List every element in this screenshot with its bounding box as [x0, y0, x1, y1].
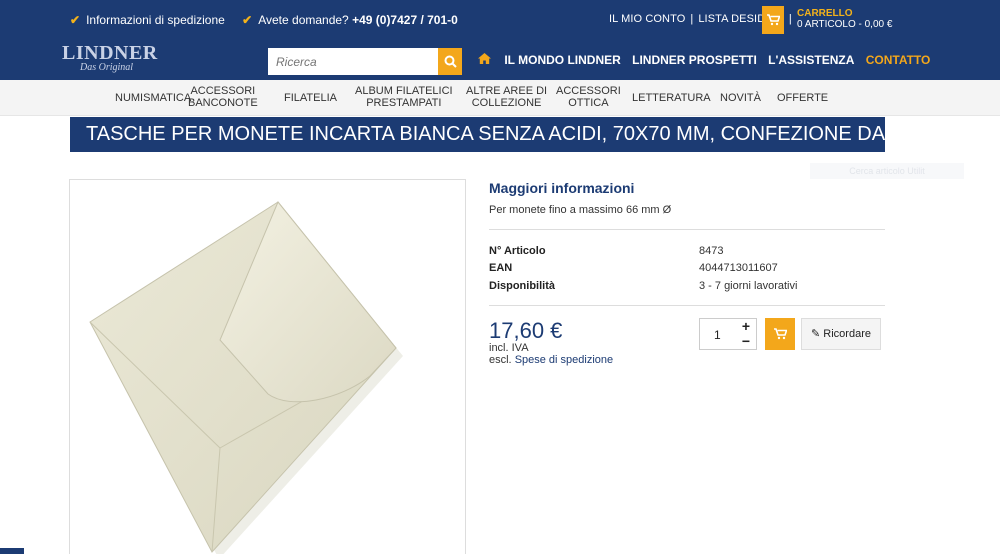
divider [489, 305, 885, 306]
check-icon: ✔ [70, 13, 81, 27]
questions-info: ✔ Avete domande? +49 (0)7427 / 701-0 [242, 13, 458, 27]
category-novita[interactable]: NOVITÀ [720, 92, 761, 104]
category-offerte[interactable]: OFFERTE [777, 92, 828, 104]
spec-value-article: 8473 [699, 245, 724, 257]
top-bar: ✔ Informazioni di spedizione ✔ Avete doman… [0, 0, 1000, 42]
phone-number[interactable]: +49 (0)7427 / 701-0 [352, 13, 458, 27]
shipping-costs-link[interactable]: Spese di spedizione [515, 354, 613, 366]
cart-icon [773, 328, 788, 340]
vat-note: incl. IVA [489, 342, 529, 354]
category-accessori-banconote[interactable]: ACCESSORI BANCONOTE [188, 85, 258, 109]
top-info: ✔ Informazioni di spedizione ✔ Avete doman… [70, 13, 472, 27]
edit-icon: ✎ [811, 328, 821, 340]
nav-prospects[interactable]: LINDNER PROSPETTI [632, 53, 757, 67]
product-title: TASCHE PER MONETE INCARTA BIANCA SENZA A… [70, 117, 885, 152]
cart-summary[interactable]: CARRELLO 0 ARTICOLO - 0,00 € [797, 8, 892, 30]
spec-value-availability: 3 - 7 giorni lavorativi [699, 280, 798, 292]
spec-label-article: N° Articolo [489, 245, 546, 257]
nav-world-lindner[interactable]: IL MONDO LINDNER [504, 53, 620, 67]
remember-button[interactable]: ✎ Ricordare [801, 318, 881, 350]
main-nav: IL MONDO LINDNER LINDNER PROSPETTI L'ASS… [478, 53, 938, 67]
spec-label-availability: Disponibilità [489, 280, 555, 292]
category-letteratura[interactable]: LETTERATURA [632, 92, 711, 104]
check-icon: ✔ [242, 13, 253, 27]
add-to-cart-button[interactable] [765, 318, 795, 350]
plus-icon[interactable]: + [738, 319, 754, 333]
scroll-to-top-marker[interactable] [0, 548, 24, 554]
quantity-value[interactable]: 1 [714, 328, 721, 342]
product-price: 17,60 € [489, 318, 563, 343]
search-icon [444, 55, 457, 68]
search-button[interactable] [438, 48, 462, 75]
product-image[interactable] [69, 179, 466, 554]
category-nav: NUMISMATICA ACCESSORI BANCONOTE FILATELIA… [0, 80, 1000, 116]
shipping-note: escl. Spese di spedizione [489, 354, 614, 366]
search-input[interactable] [268, 48, 438, 75]
cart-total: 0 ARTICOLO - 0,00 € [797, 19, 893, 30]
more-info-title: Maggiori informazioni [489, 180, 635, 196]
lindner-logo[interactable]: LINDNER Das Original [62, 42, 158, 73]
main-header: LINDNER Das Original IL MONDO LINDNER LI… [0, 42, 1000, 80]
category-altre-aree[interactable]: ALTRE AREE DI COLLEZIONE [466, 85, 547, 109]
nav-assistance[interactable]: L'ASSISTENZA [768, 53, 854, 67]
cart-title: CARRELLO [797, 8, 853, 19]
home-icon[interactable] [478, 53, 494, 67]
product-details: Maggiori informazioni Per monete fino a … [489, 180, 885, 216]
divider [489, 229, 885, 230]
quantity-stepper[interactable]: 1 + − [699, 318, 757, 350]
spec-value-ean: 4044713011607 [699, 262, 778, 274]
coin-envelope-image [89, 201, 403, 554]
category-album-filatelici[interactable]: ALBUM FILATELICI PRESTAMPATI [355, 85, 453, 109]
minus-icon[interactable]: − [738, 334, 754, 348]
more-info-description: Per monete fino a massimo 66 mm Ø [489, 204, 672, 216]
ghost-search-button[interactable]: Cerca articolo Utilit [810, 163, 964, 179]
category-accessori-ottica[interactable]: ACCESSORI OTTICA [556, 85, 621, 109]
my-account-link[interactable]: IL MIO CONTO [609, 13, 685, 25]
category-numismatica[interactable]: NUMISMATICA [115, 92, 191, 104]
spec-label-ean: EAN [489, 262, 513, 274]
category-filatelia[interactable]: FILATELIA [284, 92, 337, 104]
shipping-info-link[interactable]: ✔ Informazioni di spedizione [70, 13, 225, 27]
cart-icon[interactable] [762, 6, 784, 34]
nav-contact[interactable]: CONTATTO [866, 53, 931, 67]
